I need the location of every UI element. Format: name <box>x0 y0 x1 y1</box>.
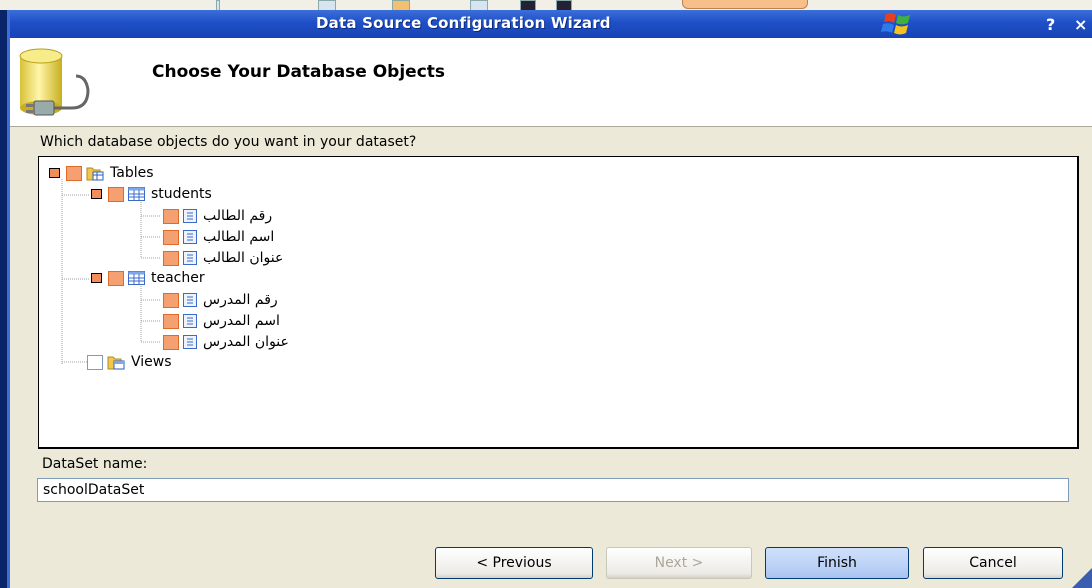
window-left-border <box>0 10 10 588</box>
column-label: رقم المدرس <box>203 292 278 308</box>
column-checkbox[interactable] <box>163 250 179 266</box>
column-icon <box>183 230 197 244</box>
column-icon <box>183 251 197 265</box>
windows-logo-icon <box>881 13 910 35</box>
wizard-window: Data Source Configuration Wizard ? × Cho… <box>0 0 1092 588</box>
next-button[interactable]: Next > <box>606 547 752 579</box>
tables-label: Tables <box>110 165 154 181</box>
column-label: عنوان المدرس <box>203 334 289 350</box>
column-checkbox[interactable] <box>163 334 179 350</box>
column-checkbox[interactable] <box>163 208 179 224</box>
dataset-name-label: DataSet name: <box>42 456 148 472</box>
collapse-toggle[interactable] <box>91 273 102 283</box>
teacher-label: teacher <box>151 270 205 286</box>
objects-question: Which database objects do you want in yo… <box>40 134 417 150</box>
close-button[interactable]: × <box>1074 15 1087 34</box>
views-checkbox[interactable] <box>87 354 103 370</box>
table-icon <box>128 187 145 201</box>
cancel-button[interactable]: Cancel <box>923 547 1063 579</box>
column-label: عنوان الطالب <box>203 250 284 266</box>
tree-node-students[interactable]: students <box>91 184 212 204</box>
tree-node-teacher-column[interactable]: رقم المدرس <box>163 290 278 310</box>
column-icon <box>183 293 197 307</box>
students-checkbox[interactable] <box>108 186 124 202</box>
table-icon <box>128 271 145 285</box>
column-checkbox[interactable] <box>163 313 179 329</box>
tree-node-student-column[interactable]: اسم الطالب <box>163 227 274 247</box>
column-label: اسم المدرس <box>203 313 280 329</box>
column-checkbox[interactable] <box>163 292 179 308</box>
host-toolbar-strip <box>0 0 1092 11</box>
dataset-name-input[interactable]: schoolDataSet <box>37 478 1069 502</box>
collapse-toggle[interactable] <box>49 168 60 178</box>
wizard-header: Choose Your Database Objects <box>10 38 1092 127</box>
database-objects-tree[interactable]: Tables students رقم الطالب اسم الطالب عن… <box>38 156 1079 449</box>
tree-node-student-column[interactable]: عنوان الطالب <box>163 248 283 268</box>
help-button[interactable]: ? <box>1046 15 1055 34</box>
database-plug-icon <box>19 48 90 116</box>
resize-grip-icon[interactable] <box>1064 560 1092 588</box>
collapse-toggle[interactable] <box>91 189 102 199</box>
tree-node-student-column[interactable]: رقم الطالب <box>163 206 272 226</box>
tree-node-teacher-column[interactable]: عنوان المدرس <box>163 332 289 352</box>
column-icon <box>183 209 197 223</box>
tree-node-teacher[interactable]: teacher <box>91 268 205 288</box>
tree-node-views[interactable]: Views <box>87 352 172 372</box>
title-bar[interactable]: Data Source Configuration Wizard ? × <box>10 10 1092 38</box>
column-icon <box>183 314 197 328</box>
students-label: students <box>151 186 212 202</box>
folder-table-icon <box>86 167 104 181</box>
tree-node-teacher-column[interactable]: اسم المدرس <box>163 311 280 331</box>
column-label: اسم الطالب <box>203 229 275 245</box>
column-checkbox[interactable] <box>163 229 179 245</box>
tables-checkbox[interactable] <box>66 165 82 181</box>
views-label: Views <box>131 354 172 370</box>
teacher-checkbox[interactable] <box>108 270 124 286</box>
finish-button[interactable]: Finish <box>765 547 909 579</box>
window-title: Data Source Configuration Wizard <box>316 14 611 32</box>
page-title: Choose Your Database Objects <box>152 62 446 82</box>
tree-node-tables[interactable]: Tables <box>49 163 154 183</box>
previous-button[interactable]: < Previous <box>435 547 593 579</box>
folder-view-icon <box>107 356 125 370</box>
column-icon <box>183 335 197 349</box>
column-label: رقم الطالب <box>203 208 273 224</box>
